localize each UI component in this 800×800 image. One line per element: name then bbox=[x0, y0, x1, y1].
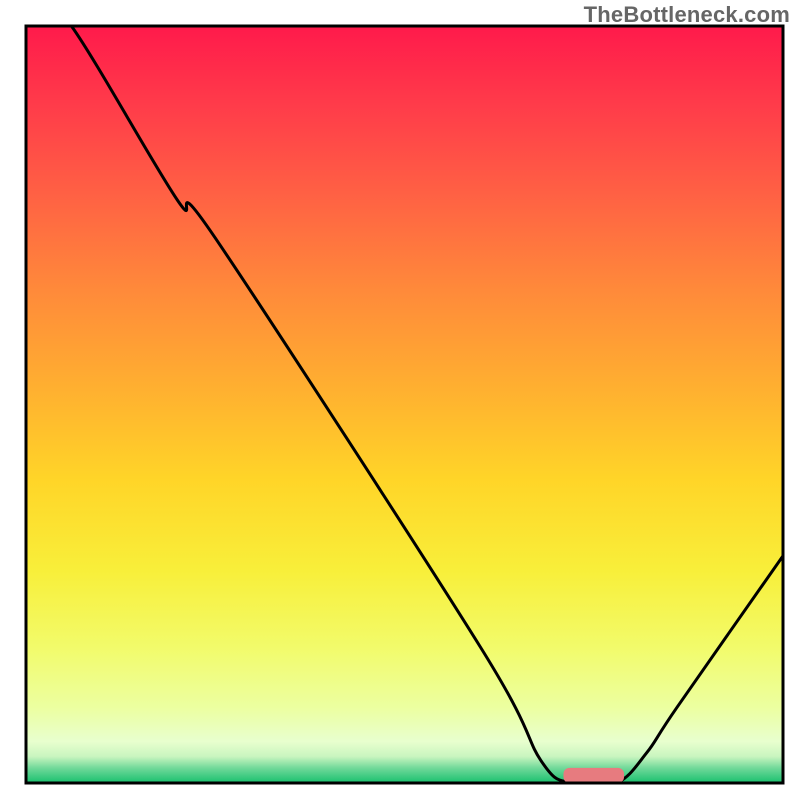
chart-root: TheBottleneck.com bbox=[0, 0, 800, 800]
optimum-marker bbox=[563, 768, 624, 783]
watermark-text: TheBottleneck.com bbox=[584, 2, 790, 28]
chart-svg bbox=[0, 0, 800, 800]
